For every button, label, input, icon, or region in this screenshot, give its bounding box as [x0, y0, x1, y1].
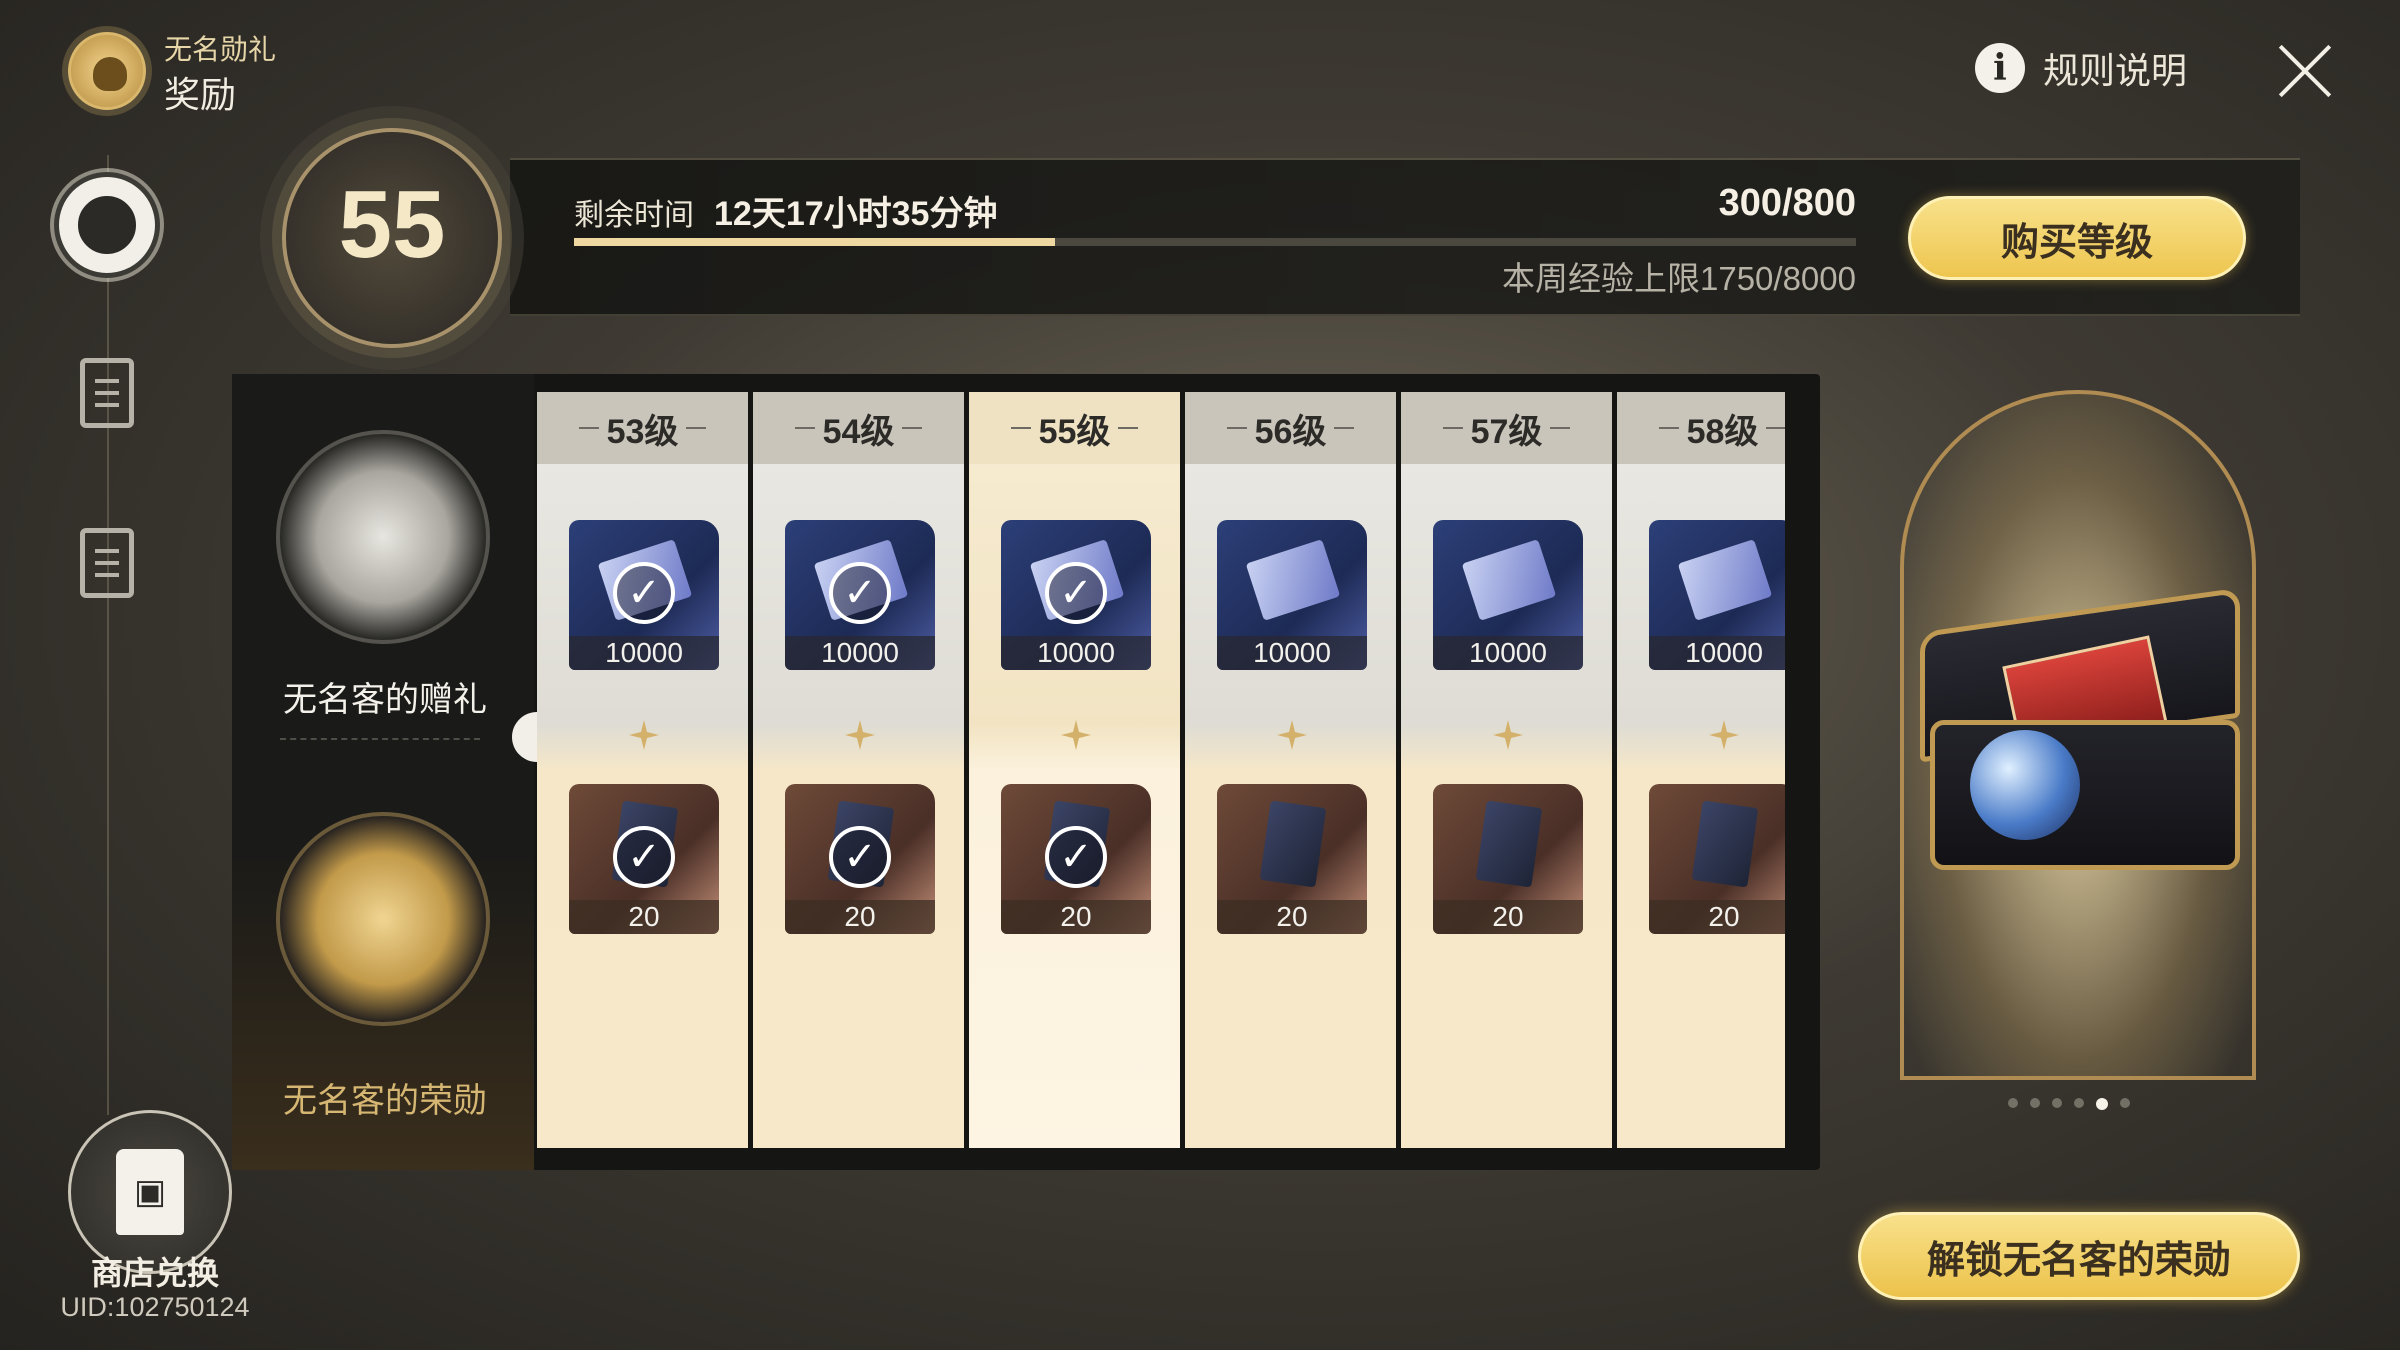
premium-track-label: 无名客的荣勋: [283, 1082, 487, 1120]
free-reward-item[interactable]: 10000: [1649, 520, 1785, 670]
shop-exchange-label: 商店兑换: [90, 1255, 219, 1291]
level-label: 55级: [969, 392, 1180, 464]
track-divider: [280, 738, 480, 740]
nameless-honor-emblem-icon: [68, 32, 146, 110]
header-subtitle: 无名勋礼: [164, 34, 277, 65]
premium-reward-item[interactable]: ✓ 20: [785, 784, 935, 934]
level-label: 57级: [1401, 392, 1612, 464]
reward-quantity: 10000: [1001, 636, 1151, 670]
claimed-check-icon: ✓: [613, 562, 675, 624]
carousel-dot[interactable]: [2008, 1098, 2018, 1108]
claimed-check-icon: ✓: [829, 826, 891, 888]
nav-divider: [107, 155, 109, 1115]
pass-card-icon: [1461, 539, 1557, 621]
pass-card-icon: [1245, 539, 1341, 621]
nav-item-rewards[interactable]: [54, 172, 160, 278]
weekly-exp-cap: 本周经验上限1750/8000: [1502, 260, 1856, 297]
exp-value: 300/800: [1718, 182, 1856, 224]
level-columns[interactable]: 53级 ✓ 10000 ✓ 20 54级 ✓ 10000 ✓ 20 55级 ✓ 10000 ✓ 20 56级 1…: [537, 392, 1785, 1148]
free-track-badge-icon: [276, 430, 490, 644]
treasure-chest-image[interactable]: [1900, 580, 2270, 910]
level-column: 55级 ✓ 10000 ✓ 20: [969, 392, 1183, 1148]
exp-progress-fill: [574, 238, 1055, 246]
nav-item-missions[interactable]: [54, 340, 160, 446]
level-column: 58级 10000 20: [1617, 392, 1785, 1148]
emblem-icon: [78, 196, 136, 254]
carousel-dot[interactable]: [2120, 1098, 2130, 1108]
info-icon: i: [1975, 43, 2025, 93]
premium-reward-item[interactable]: 20: [1217, 784, 1367, 934]
free-reward-item[interactable]: ✓ 10000: [1001, 520, 1151, 670]
divider-star-icon: [629, 720, 659, 750]
level-label: 53级: [537, 392, 748, 464]
book-icon: [1475, 800, 1543, 888]
reward-quantity: 20: [785, 900, 935, 934]
rules-label: 规则说明: [2043, 50, 2188, 91]
carousel-dot[interactable]: [2074, 1098, 2084, 1108]
premium-track-badge-icon: [276, 812, 490, 1026]
nav-item-log[interactable]: [54, 510, 160, 616]
free-reward-item[interactable]: 10000: [1217, 520, 1367, 670]
remaining-time-value: 12天17小时35分钟: [714, 195, 998, 233]
reward-quantity: 10000: [1433, 636, 1583, 670]
shopping-bag-icon: ▣: [116, 1149, 184, 1235]
level-label: 54级: [753, 392, 964, 464]
clipboard-check-icon: [80, 358, 134, 428]
reward-quantity: 20: [1433, 900, 1583, 934]
premium-reward-item[interactable]: 20: [1649, 784, 1785, 934]
divider-star-icon: [845, 720, 875, 750]
carousel-dot[interactable]: [2030, 1098, 2040, 1108]
level-label: 58级: [1617, 392, 1785, 464]
buy-level-button[interactable]: 购买等级: [1908, 196, 2246, 280]
reward-quantity: 20: [1217, 900, 1367, 934]
claimed-check-icon: ✓: [829, 562, 891, 624]
divider-star-icon: [1061, 720, 1091, 750]
level-label: 56级: [1185, 392, 1396, 464]
reward-quantity: 10000: [785, 636, 935, 670]
chest-orb: [1970, 730, 2080, 840]
free-track-label: 无名客的赠礼: [283, 681, 487, 719]
book-icon: [1691, 800, 1759, 888]
level-column: 56级 10000 20: [1185, 392, 1399, 1148]
reward-quantity: 20: [569, 900, 719, 934]
book-icon: [1259, 800, 1327, 888]
premium-reward-item[interactable]: 20: [1433, 784, 1583, 934]
page-title: 奖励: [164, 74, 237, 115]
reward-quantity: 10000: [1217, 636, 1367, 670]
premium-reward-item[interactable]: ✓ 20: [569, 784, 719, 934]
unlock-premium-button[interactable]: 解锁无名客的荣勋: [1858, 1212, 2300, 1300]
level-column: 54级 ✓ 10000 ✓ 20: [753, 392, 967, 1148]
pass-card-icon: [1677, 539, 1773, 621]
reward-quantity: 20: [1001, 900, 1151, 934]
reward-quantity: 10000: [569, 636, 719, 670]
claimed-check-icon: ✓: [1045, 826, 1107, 888]
close-icon[interactable]: [2270, 36, 2340, 106]
current-level: 55: [338, 171, 446, 278]
divider-star-icon: [1493, 720, 1523, 750]
claimed-check-icon: ✓: [613, 826, 675, 888]
document-search-icon: [80, 528, 134, 598]
carousel-dot[interactable]: [2096, 1098, 2108, 1110]
free-reward-item[interactable]: ✓ 10000: [785, 520, 935, 670]
level-column: 57级 10000 20: [1401, 392, 1615, 1148]
free-reward-item[interactable]: 10000: [1433, 520, 1583, 670]
premium-reward-item[interactable]: ✓ 20: [1001, 784, 1151, 934]
exp-progress-bar: [574, 238, 1856, 246]
divider-star-icon: [1277, 720, 1307, 750]
uid-text: UID:102750124: [60, 1292, 250, 1322]
remaining-time-label: 剩余时间: [574, 199, 694, 232]
showcase-carousel-dots[interactable]: [2008, 1098, 2130, 1110]
carousel-dot[interactable]: [2052, 1098, 2062, 1108]
rules-button[interactable]: i 规则说明: [1975, 40, 2187, 96]
divider-star-icon: [1709, 720, 1739, 750]
level-column: 53级 ✓ 10000 ✓ 20: [537, 392, 751, 1148]
claimed-check-icon: ✓: [1045, 562, 1107, 624]
reward-quantity: 10000: [1649, 636, 1785, 670]
free-reward-item[interactable]: ✓ 10000: [569, 520, 719, 670]
reward-quantity: 20: [1649, 900, 1785, 934]
